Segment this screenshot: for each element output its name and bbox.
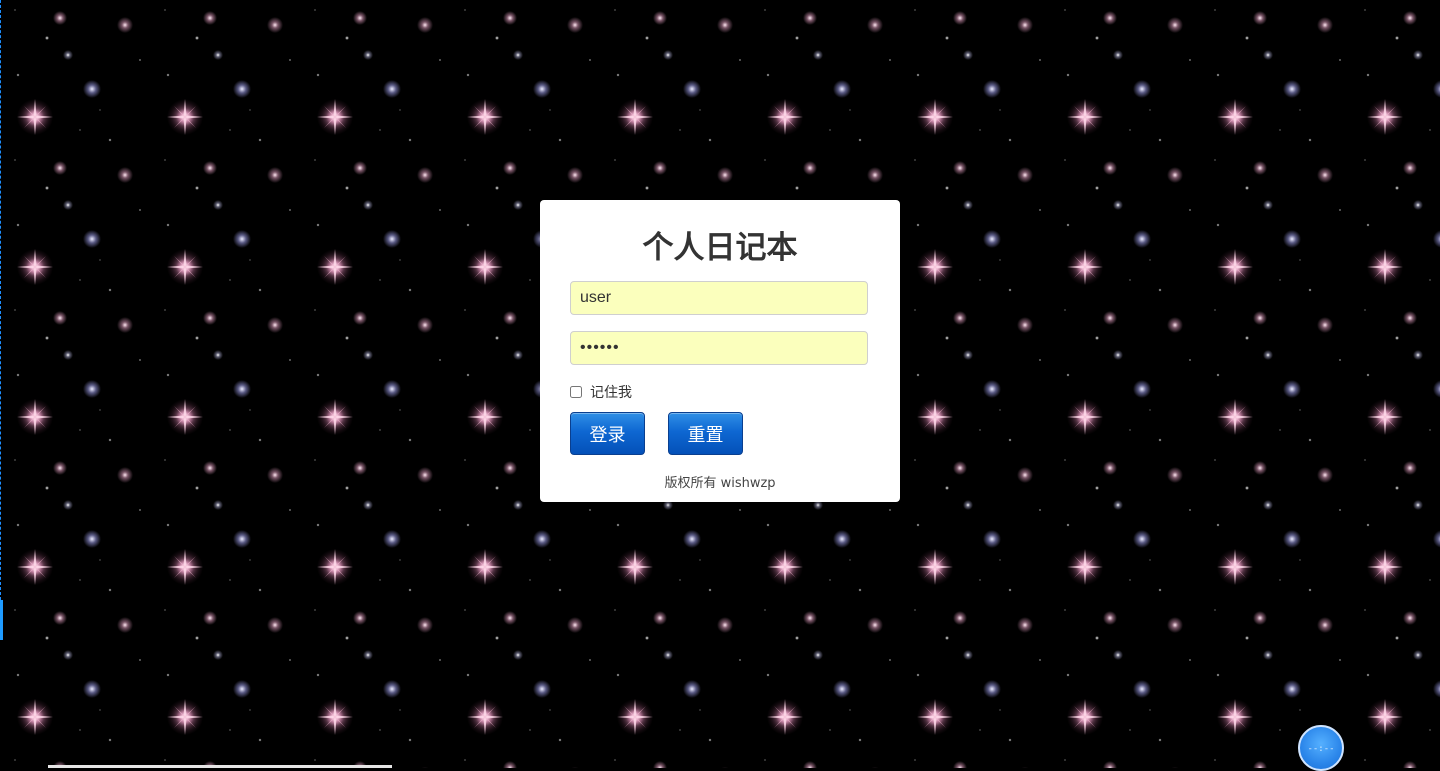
password-input[interactable] <box>570 331 868 365</box>
reset-button[interactable]: 重置 <box>668 412 743 455</box>
login-panel: 个人日记本 记住我 登录 重置 版权所有 wishwzp <box>540 200 900 502</box>
remember-checkbox[interactable] <box>570 386 582 398</box>
remember-label: 记住我 <box>590 385 632 401</box>
clock-widget[interactable]: --:-- <box>1298 725 1344 771</box>
username-input[interactable] <box>570 281 868 315</box>
page-title: 个人日记本 <box>642 230 798 266</box>
left-edge-handle[interactable] <box>0 600 3 640</box>
clock-text: --:-- <box>1307 744 1335 754</box>
login-button[interactable]: 登录 <box>570 412 645 455</box>
remember-me[interactable]: 记住我 <box>570 383 632 401</box>
left-edge-guide <box>0 0 3 600</box>
copyright-text: 版权所有 wishwzp <box>664 476 776 491</box>
